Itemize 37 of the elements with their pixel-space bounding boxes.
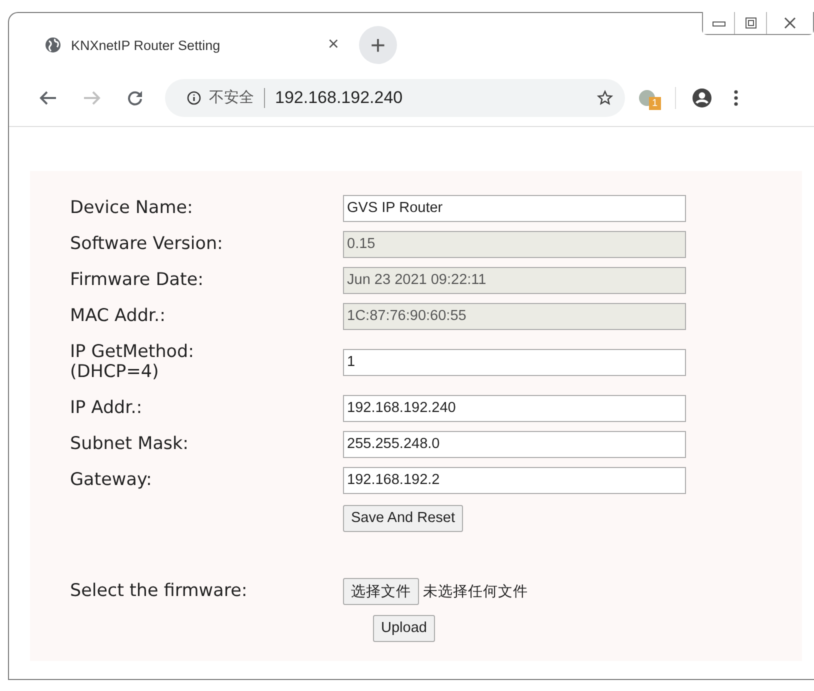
profile-icon[interactable]	[692, 88, 712, 108]
restore-icon	[744, 17, 756, 29]
text-field[interactable]: 1	[343, 348, 686, 376]
back-icon[interactable]	[39, 90, 57, 106]
choose-file-button[interactable]: 选择文件	[343, 578, 419, 604]
text-field[interactable]: 192.168.192.2	[343, 466, 686, 494]
field-label: IP GetMethod: (DHCP=4)	[70, 342, 195, 382]
new-tab-button[interactable]: +	[359, 26, 397, 64]
field-label: Subnet Mask:	[70, 434, 190, 454]
file-status: 未选择任何文件	[423, 582, 528, 600]
save-and-reset-button[interactable]: Save And Reset	[343, 504, 463, 532]
url-text: 192.168.192.240	[275, 88, 403, 108]
reload-icon[interactable]	[127, 90, 143, 106]
field-label: MAC Addr.:	[70, 306, 166, 326]
upload-button[interactable]: Upload	[373, 614, 435, 642]
field-label: Gateway:	[70, 470, 153, 490]
star-icon[interactable]	[597, 90, 613, 106]
security-label: 不安全	[209, 88, 254, 107]
text-field[interactable]: 192.168.192.240	[343, 394, 686, 422]
tab-close-button[interactable]: ×	[322, 34, 345, 56]
firmware-label: Select the firmware:	[70, 580, 248, 602]
minimize-icon	[712, 19, 726, 27]
address-bar[interactable]: 不安全 192.168.192.240	[165, 78, 625, 116]
info-icon	[187, 90, 201, 104]
minimize-button[interactable]	[703, 12, 735, 34]
field-label: Device Name:	[70, 198, 194, 218]
close-icon	[784, 17, 796, 29]
globe-icon	[45, 37, 61, 53]
browser-tab[interactable]: KNXnetIP Router Setting ×	[45, 34, 345, 56]
field-label: IP Addr.:	[70, 398, 144, 418]
text-field[interactable]: GVS IP Router	[343, 194, 686, 222]
field-label: Software Version:	[70, 234, 224, 254]
field-label: Firmware Date:	[70, 270, 204, 290]
menu-icon[interactable]	[734, 90, 738, 106]
extension-badge: 1	[649, 96, 661, 110]
tab-title: KNXnetIP Router Setting	[71, 38, 220, 52]
text-field[interactable]: 255.255.248.0	[343, 430, 686, 458]
